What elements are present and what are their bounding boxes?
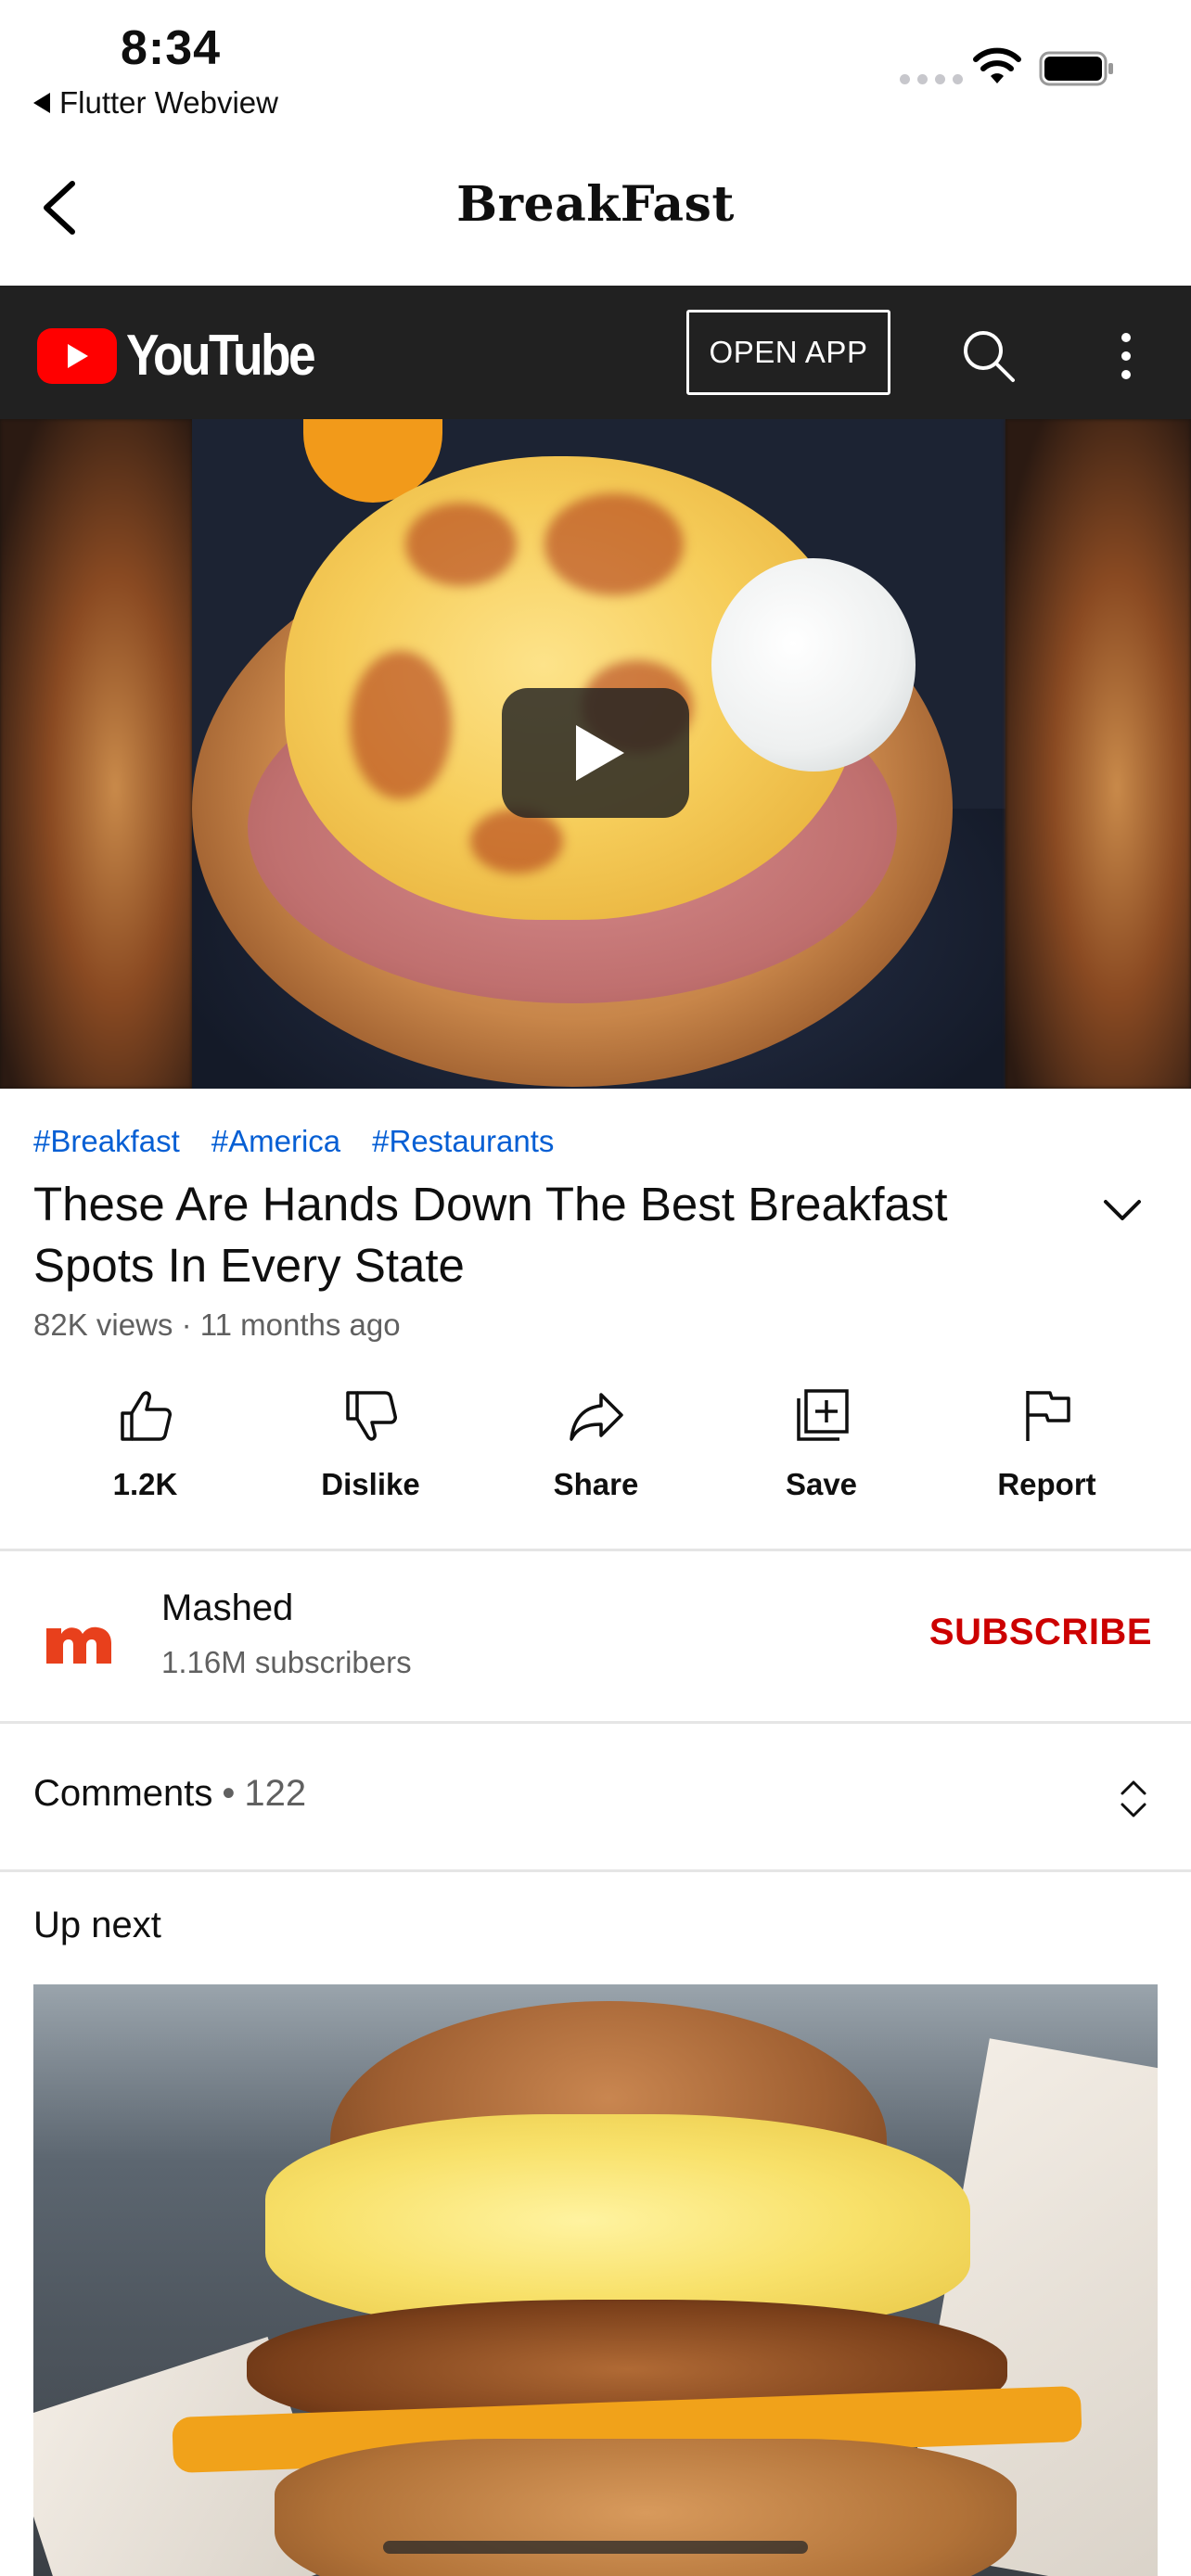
share-button[interactable]: Share (483, 1385, 709, 1537)
search-icon[interactable] (961, 328, 1017, 384)
video-blur-right (1005, 419, 1191, 1089)
wifi-icon (973, 47, 1021, 83)
battery-icon (1039, 51, 1113, 86)
play-button[interactable] (502, 688, 689, 818)
save-button[interactable]: Save (709, 1385, 934, 1537)
back-triangle-icon (33, 93, 50, 113)
channel-avatar[interactable] (33, 1591, 126, 1684)
back-app-label: Flutter Webview (59, 85, 278, 120)
channel-name[interactable]: Mashed (161, 1588, 293, 1629)
youtube-play-logo-icon (37, 327, 117, 384)
youtube-header: YouTube OPEN APP (0, 286, 1191, 419)
save-label: Save (785, 1467, 858, 1501)
hashtag-list: #Breakfast #America #Restaurants (33, 1124, 554, 1159)
status-bar: 8:34 Flutter Webview (0, 0, 1191, 130)
comments-separator: • (222, 1773, 236, 1814)
more-options-icon[interactable] (1109, 328, 1143, 384)
thumbs-up-icon (120, 1391, 172, 1441)
report-label: Report (997, 1467, 1096, 1501)
save-to-playlist-icon (796, 1389, 849, 1441)
share-icon (569, 1393, 623, 1441)
comments-section[interactable]: Comments • 122 (0, 1725, 1191, 1869)
divider (0, 1869, 1191, 1872)
up-next-thumbnail[interactable] (33, 1984, 1158, 2576)
report-button[interactable]: Report (934, 1385, 1159, 1537)
page-title: BreakFast (456, 176, 735, 233)
cellular-signal-icon (900, 74, 963, 84)
channel-row[interactable]: Mashed 1.16M subscribers SUBSCRIBE (0, 1550, 1191, 1721)
dislike-label: Dislike (321, 1467, 420, 1501)
up-next-heading: Up next (33, 1905, 161, 1945)
like-button[interactable]: 1.2K (32, 1385, 258, 1537)
status-time: 8:34 (121, 21, 222, 75)
comments-header: Comments • 122 (33, 1773, 306, 1815)
thumbs-down-icon (345, 1391, 397, 1441)
youtube-wordmark: YouTube (126, 324, 316, 388)
like-count: 1.2K (112, 1467, 178, 1501)
hashtag-link[interactable]: #Restaurants (372, 1124, 554, 1159)
dislike-button[interactable]: Dislike (258, 1385, 483, 1537)
comments-label: Comments (33, 1773, 213, 1814)
hashtag-link[interactable]: #America (211, 1124, 340, 1159)
subscribe-button[interactable]: SUBSCRIBE (929, 1612, 1152, 1653)
chevron-down-icon[interactable] (1100, 1192, 1145, 1226)
back-to-app-link[interactable]: Flutter Webview (33, 85, 278, 121)
video-title: These Are Hands Down The Best Breakfast … (33, 1178, 948, 1292)
youtube-logo[interactable]: YouTube (37, 323, 344, 389)
open-app-button[interactable]: OPEN APP (686, 310, 890, 395)
divider (0, 1721, 1191, 1724)
comments-count: 122 (244, 1773, 307, 1814)
video-meta: 82K views · 11 months ago (33, 1307, 401, 1342)
subscriber-count: 1.16M subscribers (161, 1645, 412, 1679)
hashtag-link[interactable]: #Breakfast (33, 1124, 180, 1159)
app-bar: BreakFast (0, 130, 1191, 286)
home-indicator[interactable] (383, 2541, 808, 2554)
expand-collapse-icon[interactable] (1117, 1777, 1150, 1821)
flag-icon (1025, 1391, 1070, 1441)
video-actions: 1.2K Dislike Share Save Report (0, 1385, 1191, 1537)
share-label: Share (553, 1467, 639, 1501)
video-blur-left (0, 419, 192, 1089)
